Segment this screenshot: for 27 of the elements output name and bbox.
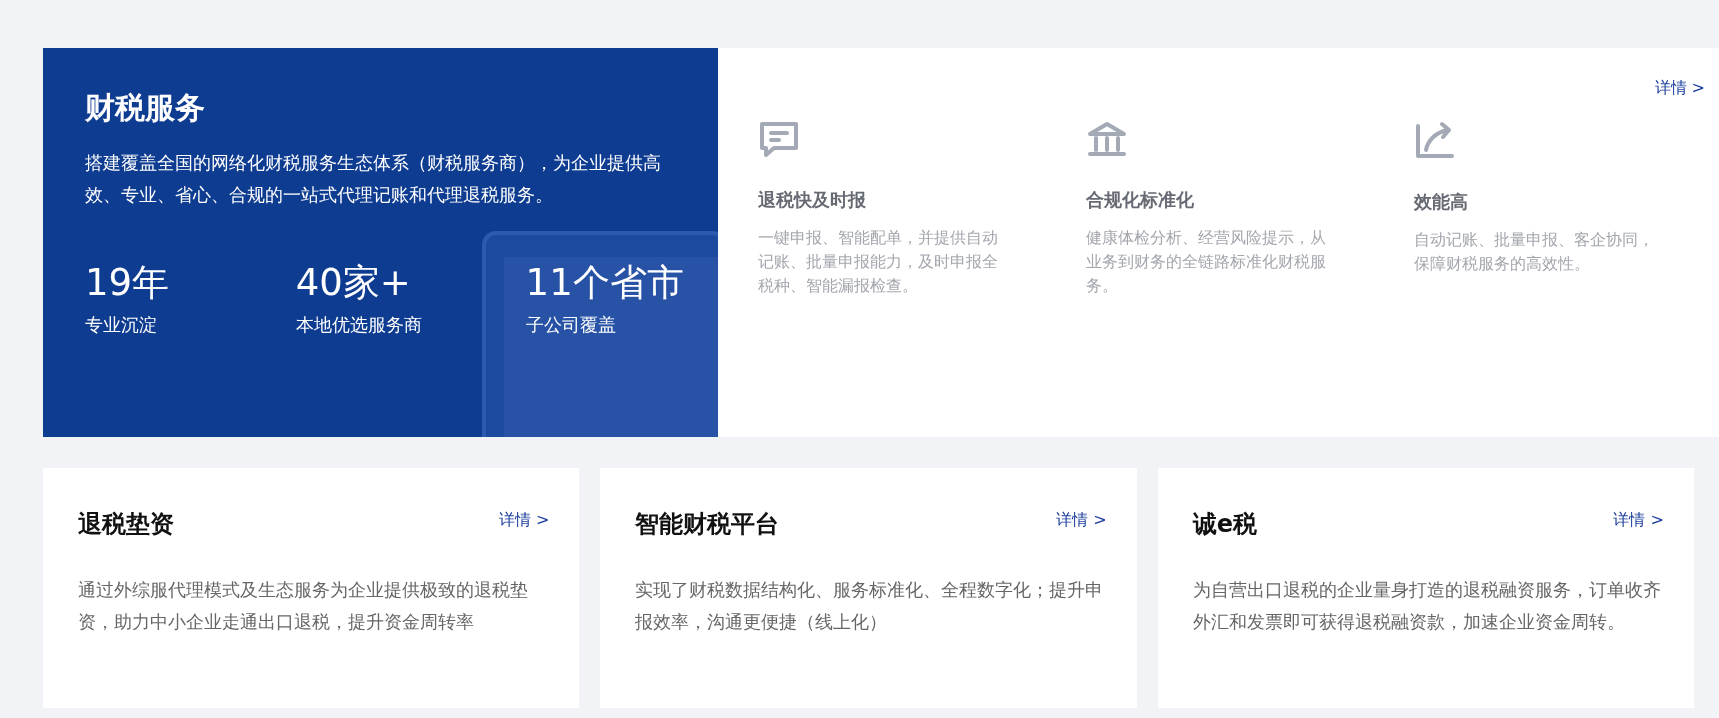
card-description: 实现了财税数据结构化、服务标准化、全程数字化；提升申报效率，沟通更便捷（线上化） bbox=[635, 579, 1105, 634]
stat-label: 本地优选服务商 bbox=[295, 313, 423, 337]
stat-label: 子公司覆盖 bbox=[525, 313, 617, 337]
feature-title: 效能高 bbox=[1414, 190, 1469, 214]
card-title: 诚e税 bbox=[1192, 509, 1257, 540]
card-description: 通过外综服代理模式及生态服务为企业提供极致的退税垫资，助力中小企业走通出口退税，提升资金周转率 bbox=[78, 579, 529, 634]
card-title: 智能财税平台 bbox=[635, 509, 780, 540]
stat-label: 专业沉淀 bbox=[85, 313, 158, 337]
stat-value: 11个省市 bbox=[525, 260, 685, 306]
details-link[interactable]: 详情 > bbox=[1613, 510, 1664, 531]
stat-value: 19年 bbox=[85, 260, 171, 306]
hero-title: 财税服务 bbox=[85, 89, 206, 127]
growth-arrow-icon bbox=[1414, 120, 1456, 160]
feature-title: 退税快及时报 bbox=[758, 188, 867, 212]
feature-description: 健康体检分析、经营风险提示，从业务到财务的全链路标准化财税服务。 bbox=[1086, 228, 1326, 297]
hero-description: 搭建覆盖全国的网络化财税服务生态体系（财税服务商），为企业提供高效、专业、省心、合规的一站式代理记账和代理退税服务。 bbox=[85, 151, 662, 207]
stat-value: 40家+ bbox=[295, 260, 412, 306]
feature-title: 合规化标准化 bbox=[1086, 188, 1195, 212]
details-link[interactable]: 详情 > bbox=[498, 510, 550, 531]
card-description: 为自营出口退税的企业量身打造的退税融资服务，订单收齐外汇和发票即可获得退税融资款，加速企业资金周转。 bbox=[1192, 579, 1662, 634]
message-icon bbox=[758, 120, 800, 158]
details-link[interactable]: 详情 > bbox=[1654, 78, 1705, 99]
feature-description: 一键申报、智能配单，并提供自动记账、批量申报能力，及时申报全税种、智能漏报检查。 bbox=[758, 228, 998, 297]
card-title: 退税垫资 bbox=[78, 509, 174, 540]
feature-description: 自动记账、批量申报、客企协同，保障财税服务的高效性。 bbox=[1414, 230, 1654, 275]
details-link[interactable]: 详情 > bbox=[1056, 510, 1107, 531]
bank-icon bbox=[1086, 120, 1128, 158]
